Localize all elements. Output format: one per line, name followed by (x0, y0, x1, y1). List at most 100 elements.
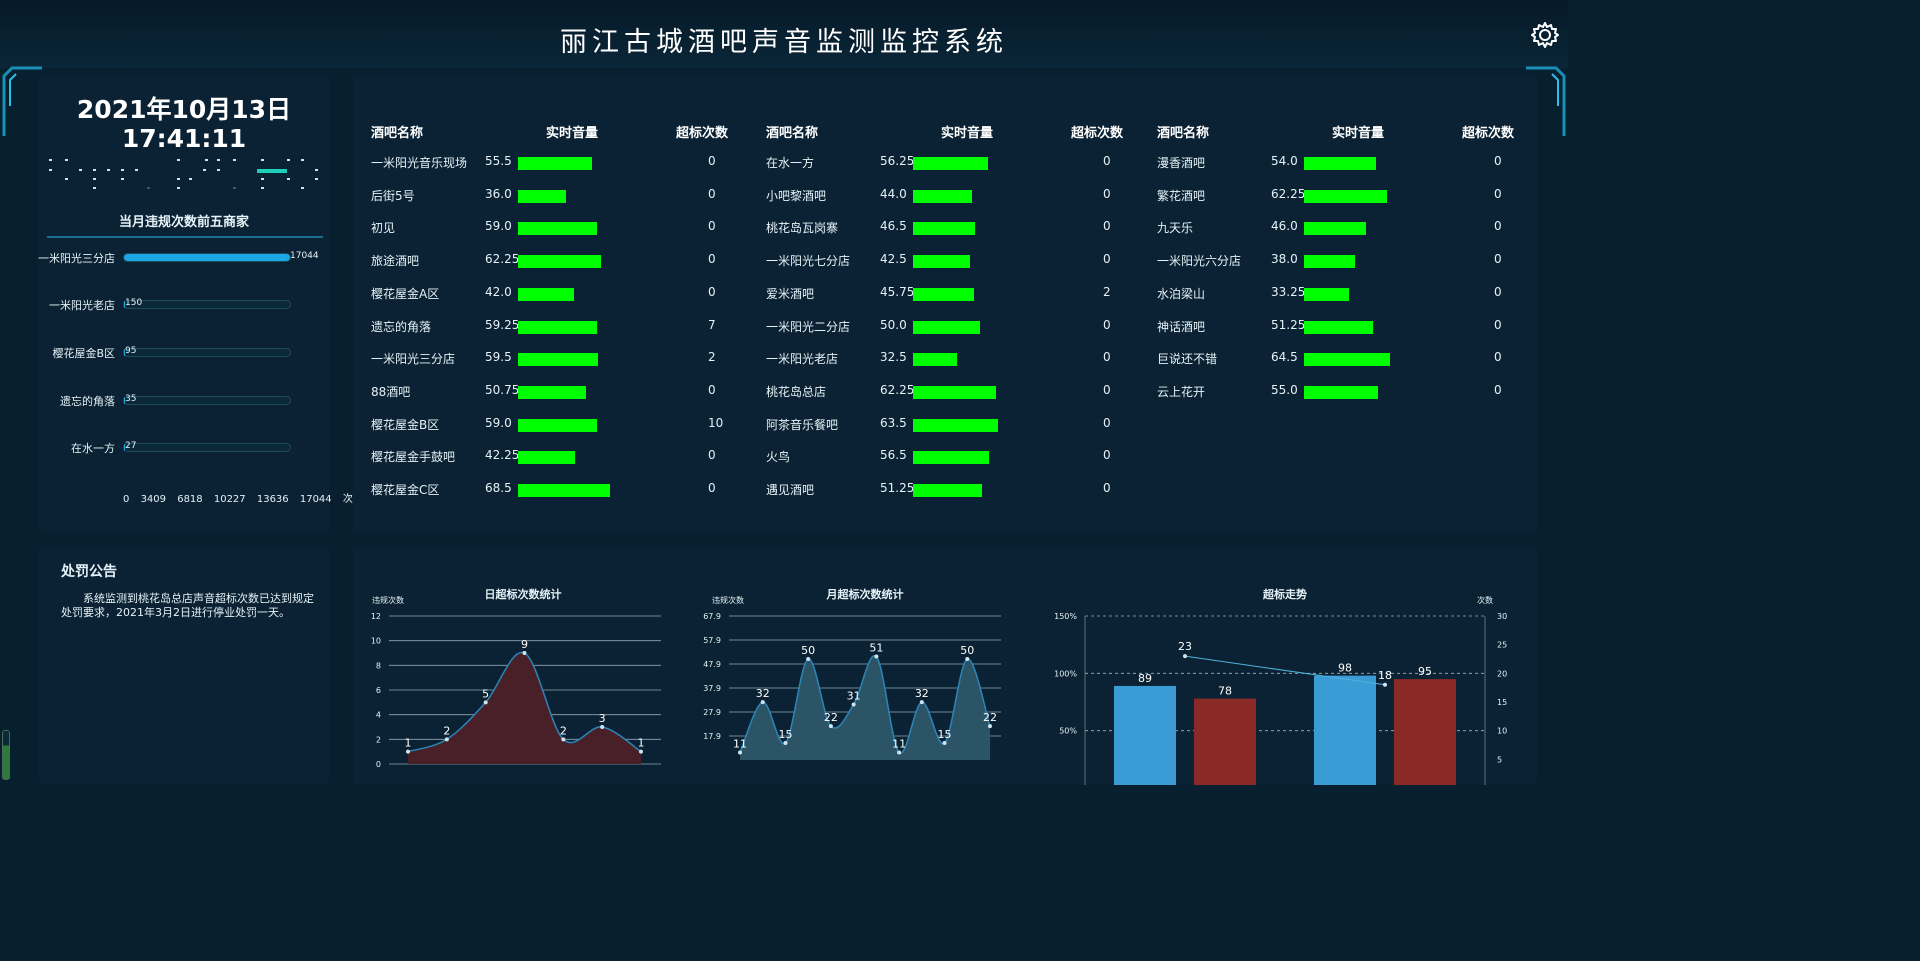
table-header-count: 超标次数 (1071, 126, 1124, 141)
y-tick-label: 17.9 (703, 732, 721, 741)
volume-bar (913, 320, 980, 334)
bar (1394, 679, 1456, 785)
data-label: 11 (733, 738, 747, 751)
volume-value: 46.0 (1271, 219, 1298, 234)
volume-bar (518, 418, 598, 432)
data-point (988, 724, 992, 729)
exceed-count: 10 (708, 415, 724, 430)
data-point (828, 724, 833, 729)
table-row: 樱花屋金B区 59.0 10 (353, 416, 753, 434)
bar-name: 九天乐 (1157, 221, 1194, 236)
volume-value: 59.25 (485, 317, 520, 332)
scale-tick: 6818 (177, 494, 203, 505)
volume-bar (518, 353, 598, 367)
y-tick-label: 6 (376, 686, 381, 695)
y-tick-label-left: 150% (1054, 612, 1077, 621)
data-label: 3 (599, 712, 606, 725)
exceed-count: 0 (1103, 154, 1111, 168)
exceed-count: 2 (1103, 284, 1111, 299)
exceed-count: 0 (1103, 448, 1111, 463)
page-title: 丽江古城酒吧声音监测监控系统 (560, 27, 1008, 58)
volume-value: 62.25 (880, 382, 915, 397)
data-point (897, 750, 902, 755)
bar (1314, 675, 1376, 785)
exceed-count: 0 (1103, 350, 1111, 365)
volume-value: 44.0 (880, 186, 907, 201)
rank-row: 在水一方 27 (39, 440, 329, 455)
table-header-name: 酒吧名称 (766, 126, 819, 141)
scale-unit: 次 (342, 494, 353, 505)
bar (1114, 685, 1176, 785)
volume-value: 42.25 (485, 448, 520, 463)
volume-bar (913, 385, 997, 399)
table-header-volume: 实时音量 (1332, 126, 1385, 141)
table-header-name: 酒吧名称 (1157, 126, 1210, 141)
y-tick-label: 12 (371, 612, 381, 621)
y-tick-label-left: 100% (1054, 669, 1077, 678)
rank-value: 150 (125, 298, 143, 308)
volume-bar (518, 222, 598, 236)
table-row: 遇见酒吧 51.25 0 (748, 481, 1148, 499)
y-tick-label-right: 30 (1497, 612, 1507, 621)
clock: 2021年10月13日 17:41:11 (39, 95, 329, 153)
top5-axis-line (47, 236, 323, 238)
exceed-count: 0 (1494, 284, 1502, 299)
data-label: 31 (847, 690, 861, 703)
volume-value: 38.0 (1271, 252, 1298, 267)
data-label: 50 (960, 644, 974, 657)
exceed-count: 0 (708, 252, 716, 267)
data-label: 50 (801, 644, 815, 657)
volume-bar (1304, 222, 1366, 236)
clock-rank-panel: 2021年10月13日 17:41:11 当月违规次数前五商家 一米阳光三分店 … (38, 75, 353, 531)
gear-icon[interactable] (1530, 20, 1560, 50)
data-point (783, 740, 788, 745)
clock-time: 17:41:11 (121, 124, 247, 153)
table-row: 爱米酒吧 45.75 2 (748, 285, 1148, 303)
bar-name: 一米阳光七分店 (766, 254, 851, 269)
data-point (806, 656, 811, 661)
rank-fill (124, 254, 290, 261)
volume-value: 59.0 (485, 219, 512, 234)
bar-label: 95 (1418, 665, 1432, 678)
bar-name: 爱米酒吧 (766, 286, 815, 301)
volume-bar (1304, 157, 1377, 170)
y-tick-label: 37.9 (703, 684, 721, 693)
charts-canvas: 024681012125923117.927.937.947.957.967.9… (371, 612, 1507, 785)
exceed-count: 0 (1494, 382, 1502, 397)
bar-name: 水泊梁山 (1157, 286, 1206, 301)
data-point (919, 700, 924, 705)
data-point (483, 700, 488, 705)
table-row: 桃花岛总店 62.25 0 (748, 383, 1148, 401)
rank-track (123, 443, 291, 452)
table-row: 88酒吧 50.75 0 (353, 383, 753, 401)
rank-row: 樱花屋金B区 95 (39, 345, 329, 360)
rank-track (123, 348, 291, 357)
volume-bar (518, 287, 575, 301)
y-tick-label-right: 20 (1497, 669, 1507, 678)
volume-value: 63.5 (880, 415, 907, 430)
table-row: 桃花岛瓦岗寨 46.5 0 (748, 219, 1148, 237)
volume-value: 56.25 (880, 154, 915, 168)
scale-tick: 17044 (299, 494, 332, 505)
rank-track (123, 253, 291, 262)
side-level-indicator (2, 730, 10, 780)
data-point (942, 740, 947, 745)
table-row: 巨说还不错 64.5 0 (1139, 350, 1539, 368)
y-tick-label: 0 (376, 760, 381, 769)
rank-row: 遗忘的角落 35 (39, 393, 329, 408)
data-label: 15 (778, 728, 792, 741)
table-row: 九天乐 46.0 0 (1139, 219, 1539, 237)
exceed-count: 0 (1103, 317, 1111, 332)
data-label: 22 (983, 711, 997, 724)
bar-name: 遗忘的角落 (371, 319, 432, 334)
corner-ornament-left (2, 66, 42, 136)
table-row: 樱花屋金A区 42.0 0 (353, 285, 753, 303)
exceed-count: 0 (1494, 154, 1502, 168)
table-row: 后街5号 36.0 0 (353, 187, 753, 205)
bar (1194, 698, 1256, 785)
scale-tick: 13636 (256, 494, 289, 505)
volume-value: 68.5 (485, 481, 512, 495)
data-point (522, 651, 527, 655)
bar-name: 遇见酒吧 (766, 483, 815, 497)
exceed-count: 0 (708, 284, 716, 299)
